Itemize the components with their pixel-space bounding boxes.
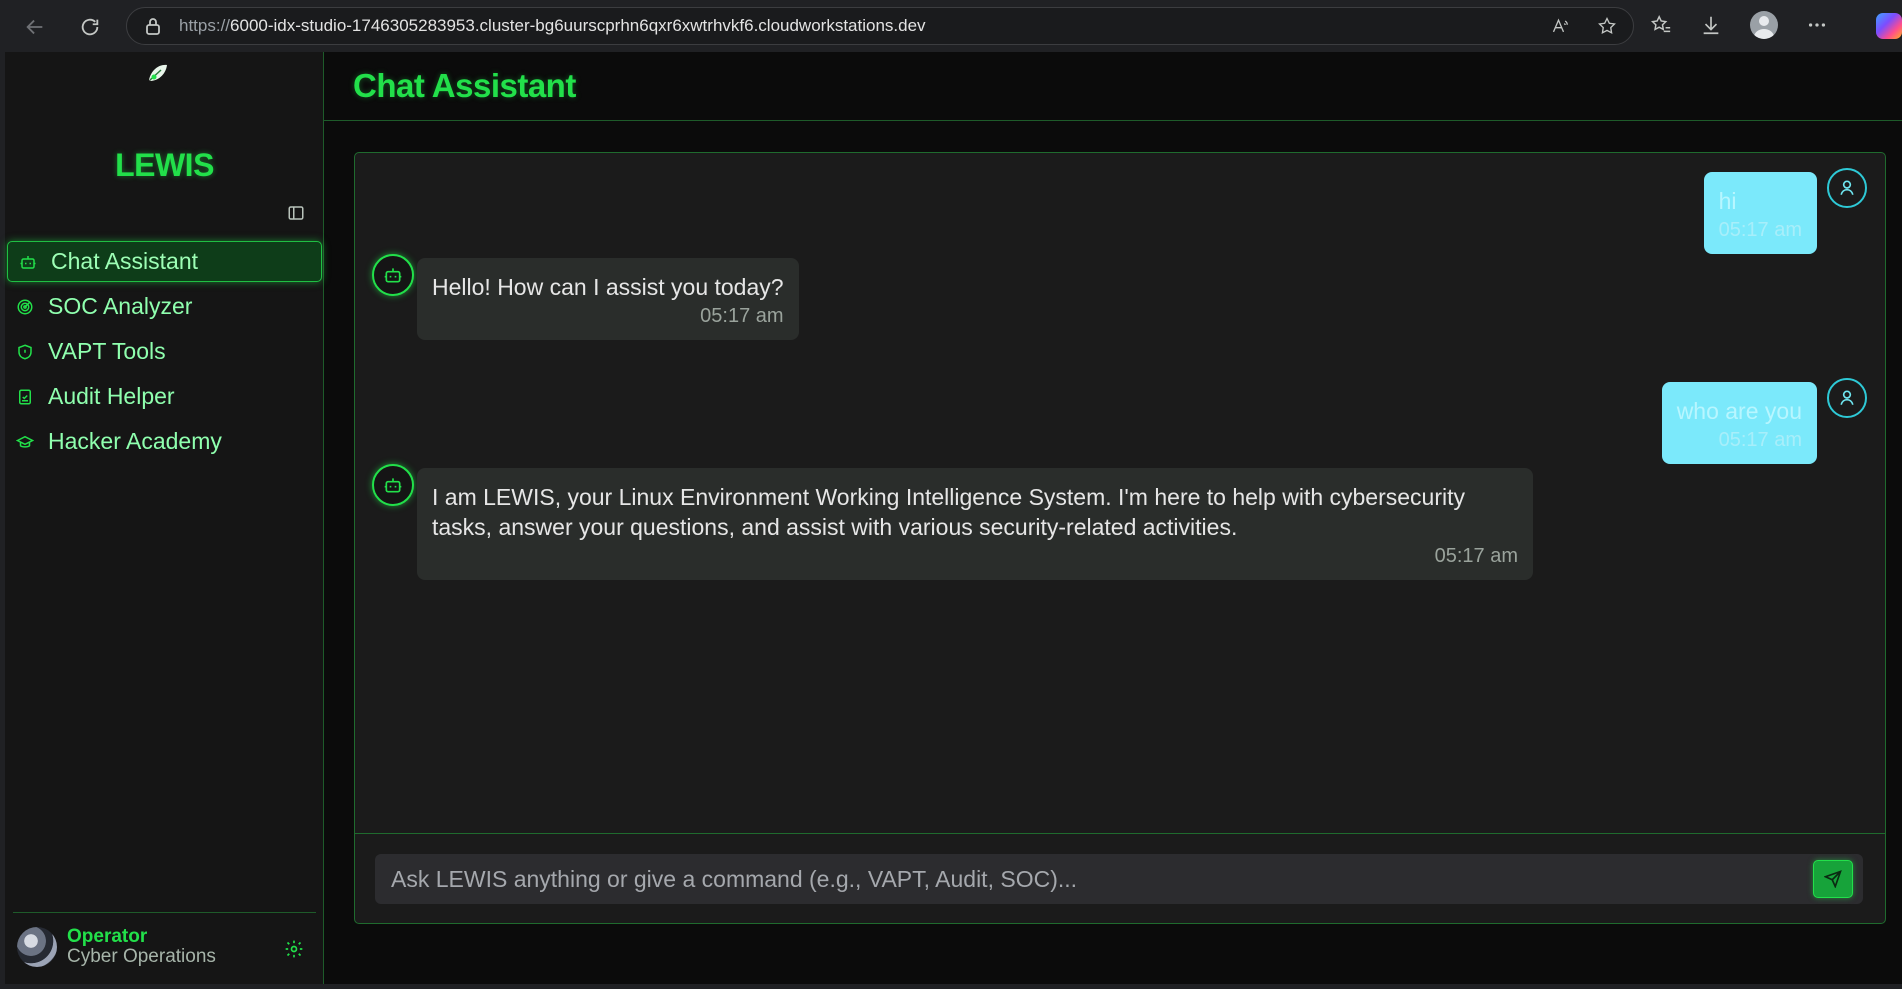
avatar[interactable]	[17, 927, 57, 967]
download-icon[interactable]	[1700, 14, 1722, 36]
sidebar-toggle-button[interactable]	[287, 204, 305, 222]
brand-name: LEWIS	[115, 147, 214, 183]
sidebar-item-label: Hacker Academy	[48, 428, 222, 454]
user-message: hi 05:17 am	[1703, 172, 1817, 254]
bot-avatar	[372, 254, 414, 296]
bot-avatar	[372, 464, 414, 506]
bot-message: Hello! How can I assist you today? 05:17…	[417, 258, 799, 340]
message-bubble: who are you 05:17 am	[1661, 382, 1817, 464]
send-button[interactable]	[1813, 860, 1853, 898]
message-text: I am LEWIS, your Linux Environment Worki…	[432, 484, 1466, 540]
chat-input-area	[355, 833, 1885, 923]
message-bubble: I am LEWIS, your Linux Environment Worki…	[417, 468, 1533, 580]
reload-button[interactable]	[75, 12, 105, 42]
page-title: Chat Assistant	[353, 67, 576, 104]
lock-icon	[145, 17, 161, 35]
message-bubble: Hello! How can I assist you today? 05:17…	[417, 258, 799, 340]
bot-message: I am LEWIS, your Linux Environment Worki…	[417, 468, 1533, 580]
send-icon	[1824, 870, 1842, 888]
user-avatar	[1827, 378, 1867, 418]
browser-toolbar: https://6000-idx-studio-1746305283953.cl…	[0, 0, 1902, 52]
settings-gear-icon[interactable]	[284, 939, 304, 959]
sidebar-item-label: SOC Analyzer	[48, 293, 193, 319]
user-icon	[1840, 390, 1854, 405]
sidebar-item-chat-assistant[interactable]: Chat Assistant	[7, 241, 322, 282]
radar-icon	[16, 298, 34, 316]
panel-left-icon	[288, 206, 304, 220]
brand-logo-icon	[149, 64, 167, 81]
message-text: hi	[1718, 188, 1737, 214]
main-content: Chat Assistant hi 05:17 am Hello! How ca…	[324, 52, 1902, 984]
favorite-star-icon[interactable]	[1597, 16, 1617, 36]
user-avatar	[1827, 168, 1867, 208]
message-list[interactable]: hi 05:17 am Hello! How can I assist you …	[355, 153, 1885, 833]
address-bar[interactable]: https://6000-idx-studio-1746305283953.cl…	[126, 7, 1634, 45]
sidebar-item-audit-helper[interactable]: Audit Helper	[5, 376, 324, 417]
message-time: 05:17 am	[1718, 219, 1802, 241]
sidebar-item-vapt-tools[interactable]: VAPT Tools	[5, 331, 324, 372]
bot-icon	[384, 478, 402, 493]
reload-icon	[81, 18, 99, 36]
message-time: 05:17 am	[700, 305, 784, 327]
message-text: Hello! How can I assist you today?	[432, 274, 784, 300]
app-root: LEWIS Chat Assistant SOC Analyzer VAPT T…	[5, 52, 1902, 984]
sidebar-item-label: VAPT Tools	[48, 338, 166, 364]
profile-avatar[interactable]	[1750, 11, 1778, 39]
page-header: Chat Assistant	[324, 52, 1902, 121]
user-profile: Operator Cyber Operations	[13, 912, 316, 967]
sidebar-item-label: Chat Assistant	[51, 248, 199, 274]
message-bubble: hi 05:17 am	[1703, 172, 1817, 254]
sidebar-item-soc-analyzer[interactable]: SOC Analyzer	[5, 286, 324, 327]
bot-icon	[384, 268, 402, 283]
url-text: https://6000-idx-studio-1746305283953.cl…	[179, 16, 926, 36]
url-scheme: https://	[179, 16, 231, 35]
url-host: 6000-idx-studio-1746305283953.cluster-bg…	[230, 16, 926, 35]
sidebar: LEWIS Chat Assistant SOC Analyzer VAPT T…	[5, 52, 324, 984]
favorites-icon[interactable]	[1650, 14, 1672, 36]
message-time: 05:17 am	[1718, 429, 1802, 451]
message-text: who are you	[1676, 398, 1802, 424]
sidebar-nav: Chat Assistant SOC Analyzer VAPT Tools A…	[5, 241, 324, 466]
copilot-icon[interactable]	[1876, 13, 1902, 39]
clipboard-check-icon	[16, 388, 34, 406]
user-message: who are you 05:17 am	[1661, 382, 1817, 464]
arrow-left-icon	[26, 19, 43, 35]
bot-icon	[19, 253, 37, 271]
back-button[interactable]	[20, 12, 50, 42]
graduation-cap-icon	[16, 433, 34, 451]
chat-input[interactable]	[375, 854, 1863, 904]
shield-icon	[16, 343, 34, 361]
more-options-icon[interactable]	[1806, 14, 1828, 36]
message-time: 05:17 am	[1434, 545, 1518, 567]
user-icon	[1840, 180, 1854, 195]
user-role: Cyber Operations	[67, 946, 216, 967]
sidebar-item-label: Audit Helper	[48, 383, 175, 409]
user-name: Operator	[67, 926, 148, 947]
read-aloud-icon[interactable]	[1551, 16, 1571, 36]
chat-panel: hi 05:17 am Hello! How can I assist you …	[354, 152, 1886, 924]
sidebar-item-hacker-academy[interactable]: Hacker Academy	[5, 421, 324, 462]
